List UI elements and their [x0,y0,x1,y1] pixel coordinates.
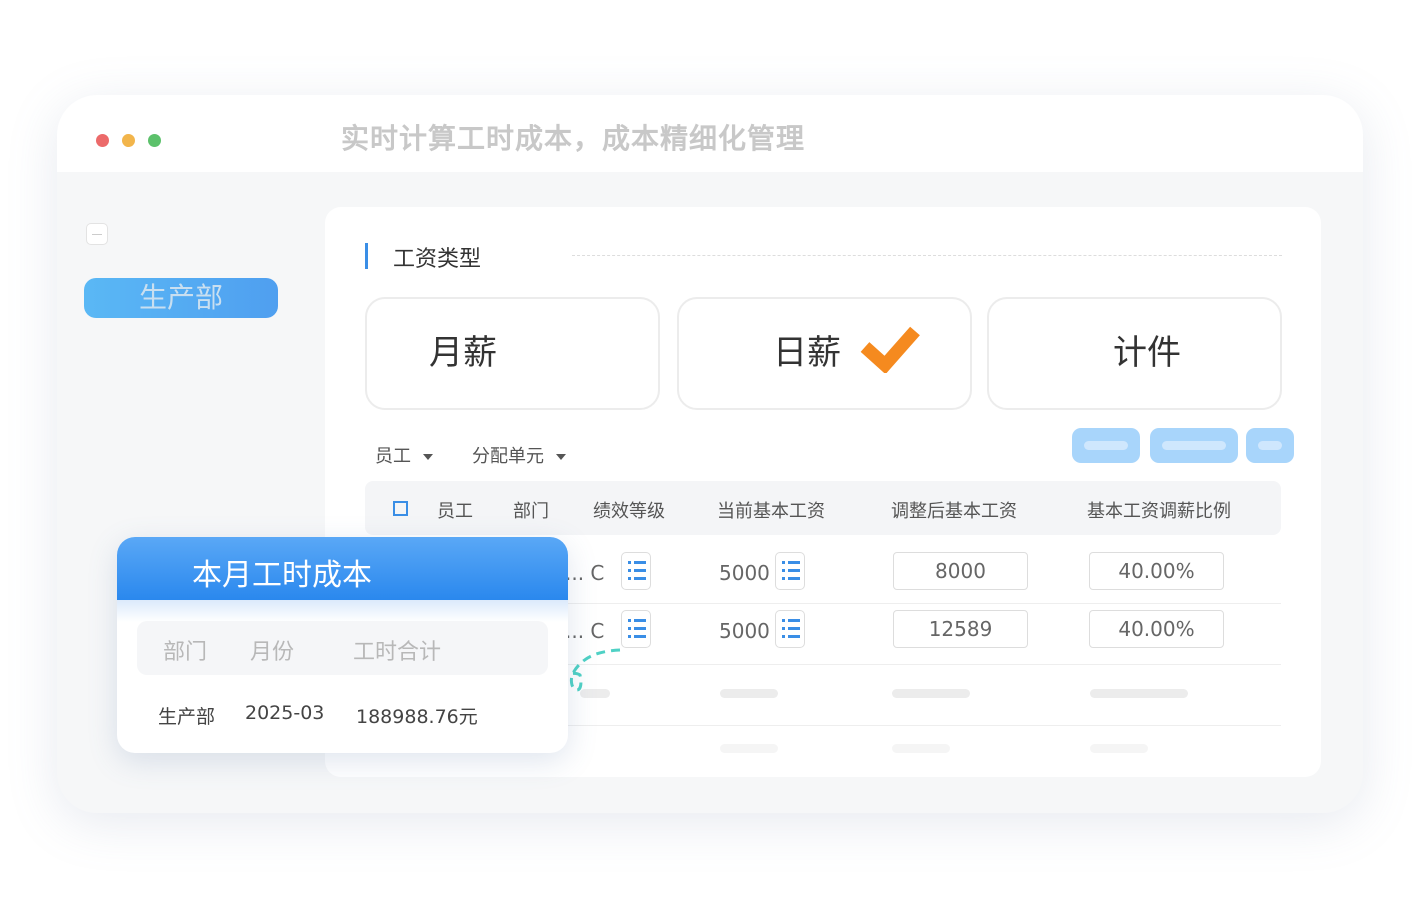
placeholder-bar [1090,689,1188,698]
column-header: 部门 [513,501,549,522]
title-bar: 实时计算工时成本，成本精细化管理 [57,95,1363,172]
list-icon[interactable] [621,610,651,648]
placeholder-bar [720,689,778,698]
collapse-icon[interactable] [86,223,108,245]
column-header: 月份 [250,640,295,665]
grade-cell: ... C [565,619,605,643]
column-header: 调整后基本工资 [891,501,1017,522]
dept-cell: 生产部 [158,706,216,728]
list-icon[interactable] [775,552,805,590]
placeholder-bar [892,744,950,753]
popup-title: 本月工时成本 [192,558,372,593]
placeholder-bar [720,744,778,753]
table-header: 员工 部门 绩效等级 当前基本工资 调整后基本工资 基本工资调薪比例 [365,481,1281,535]
month-cell: 2025-03 [245,702,325,724]
current-salary: 5000 [719,619,770,643]
current-salary: 5000 [719,561,770,585]
sidebar-item-department[interactable]: 生产部 [84,278,278,318]
window-title: 实时计算工时成本，成本精细化管理 [341,122,806,155]
ratio-input[interactable]: 40.00% [1089,610,1224,648]
total-cell: 188988.76元 [356,706,478,728]
column-header: 当前基本工资 [717,501,825,522]
popup-table-header: 部门 月份 工时合计 [137,621,548,675]
placeholder-bar [892,689,970,698]
adjusted-salary-input[interactable]: 8000 [893,552,1028,590]
column-header: 部门 [163,640,208,665]
monthly-cost-popup: 本月工时成本 部门 月份 工时合计 生产部 2025-03 188988.76元 [117,537,568,753]
column-header: 基本工资调薪比例 [1087,501,1231,522]
column-header: 工时合计 [353,640,442,665]
column-header: 绩效等级 [593,501,665,522]
placeholder-bar [1090,744,1148,753]
column-header: 员工 [437,501,473,522]
grade-cell: ... C [565,561,605,585]
list-icon[interactable] [621,552,651,590]
minimize-dot[interactable] [122,134,135,147]
ratio-input[interactable]: 40.00% [1089,552,1224,590]
close-dot[interactable] [96,134,109,147]
header-glow [117,600,568,622]
select-all-checkbox[interactable] [393,501,408,516]
maximize-dot[interactable] [148,134,161,147]
adjusted-salary-input[interactable]: 12589 [893,610,1028,648]
list-icon[interactable] [775,610,805,648]
